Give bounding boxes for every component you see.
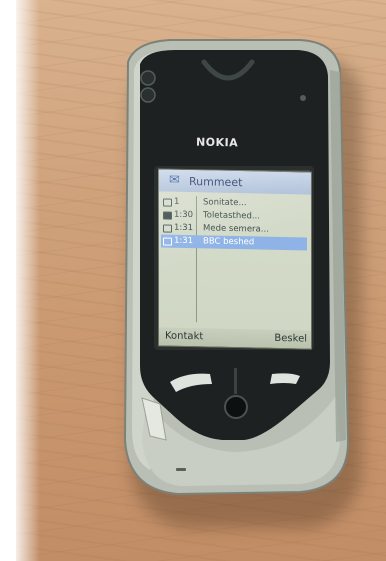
screen-title-bar: ✉ Rummeet (159, 169, 311, 195)
photo-scene: NOKIA ✉ Rummeet 1 Sonitate... 1:30 Tolet… (0, 0, 386, 561)
envelope-icon (163, 237, 172, 246)
softkey-right-label[interactable]: Beskel (274, 333, 307, 345)
right-softkey-button (270, 373, 300, 384)
envelope-icon (163, 224, 172, 233)
message-subject: Sonitate... (203, 197, 247, 209)
brand-logo: NOKIA (195, 135, 239, 150)
center-key-divider (234, 368, 237, 394)
sensor-dot (300, 95, 306, 101)
softkey-bar: Kontakt Beskel (159, 327, 311, 349)
message-list: 1 Sonitate... 1:30 Toletasthed... 1:31 M… (161, 195, 307, 251)
message-time: 1:31 (174, 222, 194, 234)
envelope-icon (163, 198, 172, 207)
message-time: 1:30 (174, 209, 194, 221)
app-icon: ✉ (169, 172, 180, 188)
envelope-icon (163, 211, 172, 220)
message-time: 1:31 (174, 235, 194, 247)
top-button-lower (140, 87, 156, 103)
phone-display: ✉ Rummeet 1 Sonitate... 1:30 Toletasthed… (158, 168, 312, 350)
top-button-upper (140, 70, 156, 86)
microphone-slot (176, 468, 186, 471)
list-item-selected[interactable]: 1:31 BBC beshed (161, 234, 307, 251)
screen-title: Rummeet (189, 175, 243, 190)
message-time: 1 (174, 196, 180, 207)
message-subject: BBC beshed (203, 236, 255, 248)
navigation-joystick (224, 395, 248, 419)
message-subject: Toletasthed... (203, 210, 260, 222)
softkey-left-label[interactable]: Kontakt (165, 331, 203, 343)
